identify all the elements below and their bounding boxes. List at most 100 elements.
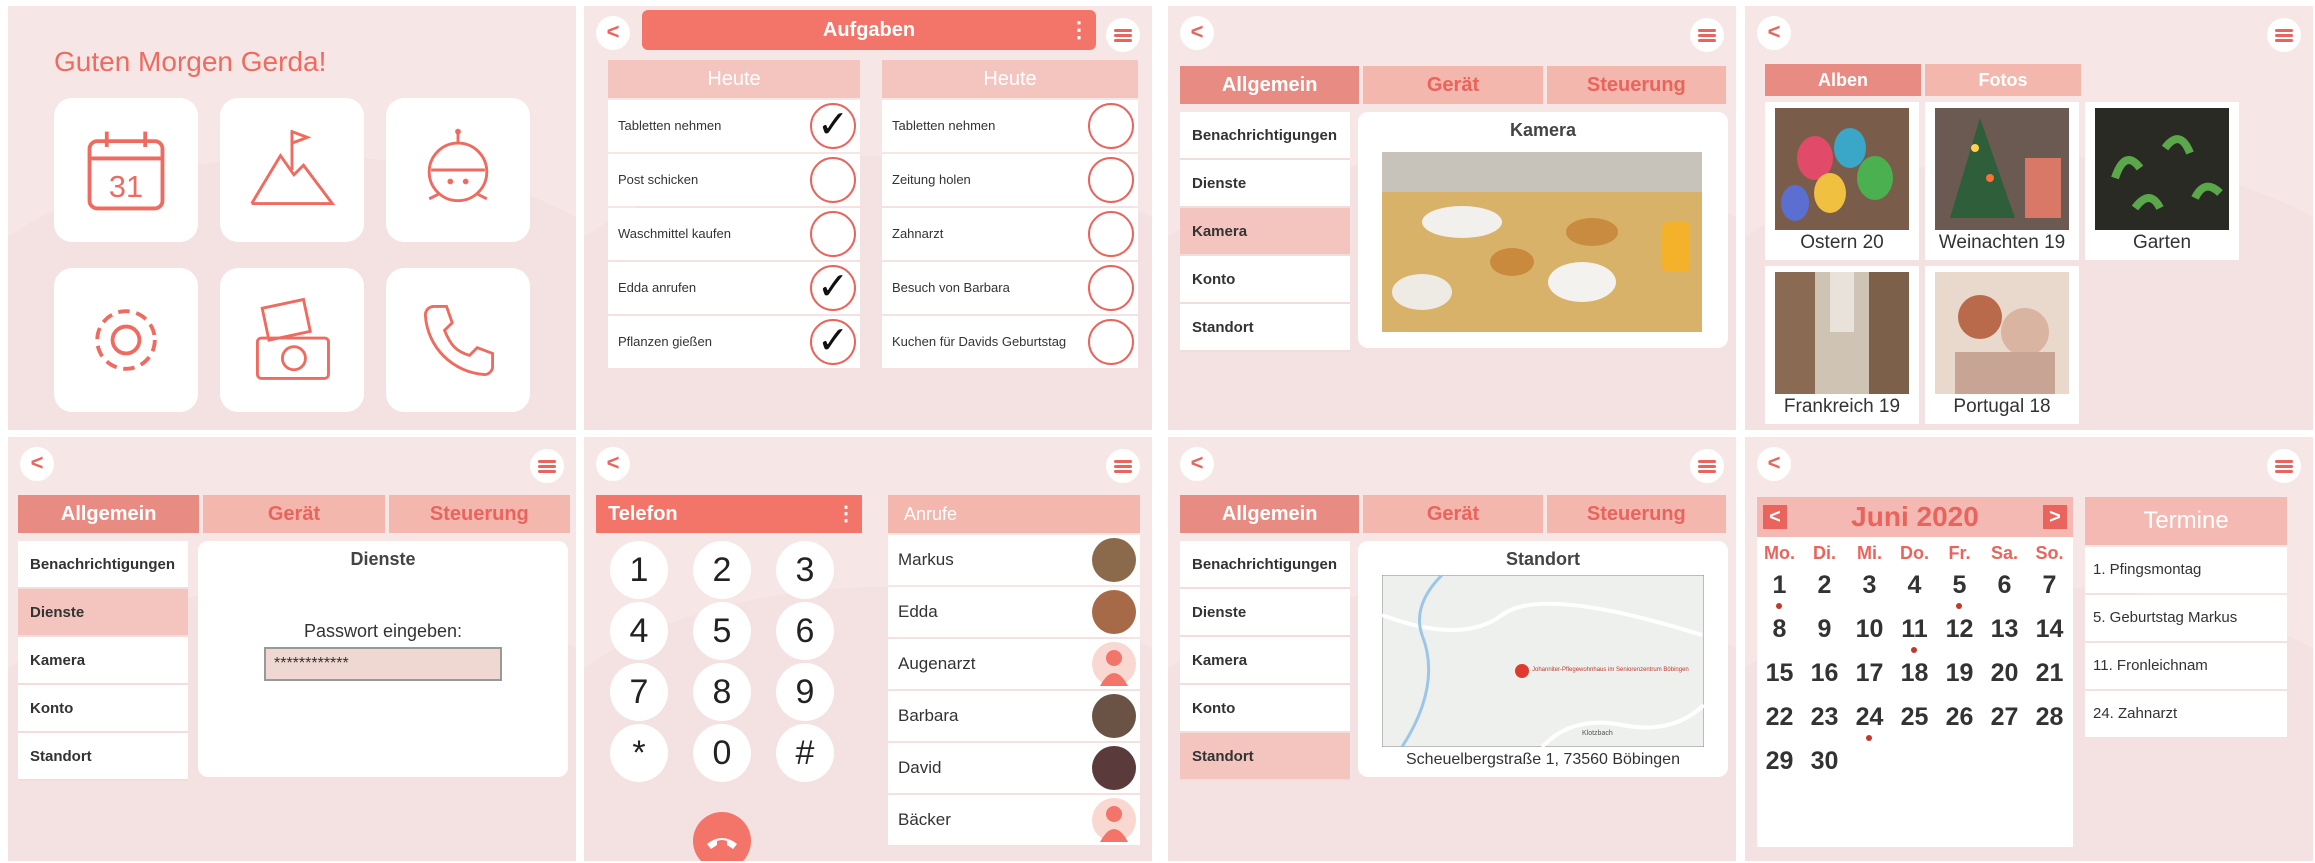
- back-button[interactable]: <: [1757, 16, 1791, 50]
- checkbox[interactable]: [1088, 103, 1134, 149]
- sidebar-item-account[interactable]: Konto: [1180, 256, 1350, 304]
- calendar-day[interactable]: 8: [1757, 615, 1802, 644]
- calendar-day[interactable]: 27: [1982, 703, 2027, 732]
- menu-button[interactable]: [1690, 18, 1724, 52]
- calendar-day[interactable]: 1: [1757, 571, 1802, 600]
- dial-key[interactable]: *: [610, 724, 668, 782]
- tab-albums[interactable]: Alben: [1765, 64, 1921, 96]
- tab-control[interactable]: Steuerung: [1546, 66, 1726, 104]
- settings-tile[interactable]: [54, 268, 198, 412]
- checkbox[interactable]: [810, 211, 856, 257]
- calendar-day[interactable]: 12: [1937, 615, 1982, 644]
- calendar-day[interactable]: 21: [2027, 659, 2072, 688]
- dial-key[interactable]: 0: [693, 724, 751, 782]
- calendar-day[interactable]: 7: [2027, 571, 2072, 600]
- calendar-day[interactable]: 13: [1982, 615, 2027, 644]
- tab-device[interactable]: Gerät: [1363, 495, 1543, 533]
- calendar-day[interactable]: 25: [1892, 703, 1937, 732]
- appointment-item[interactable]: 24. Zahnarzt: [2085, 691, 2287, 737]
- sidebar-item-services[interactable]: Dienste: [1180, 160, 1350, 208]
- contact-item[interactable]: Markus: [888, 535, 1140, 585]
- calendar-day[interactable]: 23: [1802, 703, 1847, 732]
- dial-key[interactable]: 6: [776, 602, 834, 660]
- dial-key[interactable]: 8: [693, 663, 751, 721]
- menu-button[interactable]: [530, 449, 564, 483]
- calendar-day[interactable]: 20: [1982, 659, 2027, 688]
- password-field[interactable]: ************: [264, 647, 502, 681]
- dial-key[interactable]: 9: [776, 663, 834, 721]
- dial-key[interactable]: 2: [693, 541, 751, 599]
- tab-general[interactable]: Allgemein: [18, 495, 200, 533]
- sidebar-item-camera[interactable]: Kamera: [18, 637, 188, 685]
- more-icon[interactable]: ⋮: [836, 495, 856, 533]
- tab-control[interactable]: Steuerung: [1546, 495, 1726, 533]
- calendar-day[interactable]: 14: [2027, 615, 2072, 644]
- appointment-item[interactable]: 5. Geburtstag Markus: [2085, 595, 2287, 641]
- album-card[interactable]: Frankreich 19: [1765, 266, 1919, 424]
- tab-device[interactable]: Gerät: [203, 495, 385, 533]
- task-item[interactable]: Besuch von Barbara: [882, 262, 1138, 314]
- album-card[interactable]: Portugal 18: [1925, 266, 2079, 424]
- task-item[interactable]: Pflanzen gießen ✓: [608, 316, 860, 368]
- album-card[interactable]: Garten: [2085, 102, 2239, 260]
- menu-button[interactable]: [1106, 449, 1140, 483]
- checkbox[interactable]: [810, 157, 856, 203]
- dial-key[interactable]: 4: [610, 602, 668, 660]
- calendar-day[interactable]: 28: [2027, 703, 2072, 732]
- contact-item[interactable]: Edda: [888, 587, 1140, 637]
- sidebar-item-account[interactable]: Konto: [18, 685, 188, 733]
- tab-general[interactable]: Allgemein: [1180, 495, 1360, 533]
- checkbox[interactable]: [1088, 211, 1134, 257]
- calendar-day[interactable]: 11: [1892, 615, 1937, 644]
- sidebar-item-services[interactable]: Dienste: [1180, 589, 1350, 637]
- calendar-tile[interactable]: 31: [54, 98, 198, 242]
- calendar-day[interactable]: 10: [1847, 615, 1892, 644]
- sidebar-item-notifications[interactable]: Benachrichtigungen: [18, 541, 188, 589]
- tasks-tile[interactable]: [220, 98, 364, 242]
- checkbox[interactable]: [1088, 319, 1134, 365]
- task-item[interactable]: Post schicken: [608, 154, 860, 206]
- calendar-day[interactable]: 30: [1802, 747, 1847, 776]
- sidebar-item-location[interactable]: Standort: [1180, 304, 1350, 352]
- dial-key[interactable]: #: [776, 724, 834, 782]
- tab-device[interactable]: Gerät: [1363, 66, 1543, 104]
- calendar-day[interactable]: 19: [1937, 659, 1982, 688]
- sidebar-item-camera[interactable]: Kamera: [1180, 637, 1350, 685]
- back-button[interactable]: <: [1757, 447, 1791, 481]
- back-button[interactable]: <: [596, 447, 630, 481]
- sidebar-item-camera[interactable]: Kamera: [1180, 208, 1350, 256]
- sidebar-item-account[interactable]: Konto: [1180, 685, 1350, 733]
- dial-key[interactable]: 5: [693, 602, 751, 660]
- appointment-item[interactable]: 11. Fronleichnam: [2085, 643, 2287, 689]
- tab-general[interactable]: Allgemein: [1180, 66, 1360, 104]
- album-card[interactable]: Weinachten 19: [1925, 102, 2079, 260]
- task-item[interactable]: Tabletten nehmen ✓: [608, 100, 860, 152]
- phone-tile[interactable]: [386, 268, 530, 412]
- back-button[interactable]: <: [1180, 447, 1214, 481]
- task-item[interactable]: Edda anrufen ✓: [608, 262, 860, 314]
- menu-button[interactable]: [2267, 18, 2301, 52]
- photos-tile[interactable]: [220, 268, 364, 412]
- next-month-button[interactable]: >: [2043, 505, 2067, 529]
- dial-key[interactable]: 3: [776, 541, 834, 599]
- task-item[interactable]: Tabletten nehmen: [882, 100, 1138, 152]
- back-button[interactable]: <: [20, 447, 54, 481]
- checkbox[interactable]: ✓: [810, 319, 856, 365]
- calendar-day[interactable]: 6: [1982, 571, 2027, 600]
- checkbox[interactable]: ✓: [810, 265, 856, 311]
- checkbox[interactable]: [1088, 265, 1134, 311]
- dial-key[interactable]: 7: [610, 663, 668, 721]
- calendar-day[interactable]: 9: [1802, 615, 1847, 644]
- back-button[interactable]: <: [1180, 16, 1214, 50]
- calendar-day[interactable]: 16: [1802, 659, 1847, 688]
- menu-button[interactable]: [1106, 18, 1140, 52]
- sidebar-item-location[interactable]: Standort: [18, 733, 188, 781]
- dial-key[interactable]: 1: [610, 541, 668, 599]
- hang-up-button[interactable]: [693, 812, 751, 861]
- task-item[interactable]: Zahnarzt: [882, 208, 1138, 260]
- task-item[interactable]: Zeitung holen: [882, 154, 1138, 206]
- album-card[interactable]: Ostern 20: [1765, 102, 1919, 260]
- more-icon[interactable]: ⋮: [1068, 10, 1090, 50]
- calendar-day[interactable]: 17: [1847, 659, 1892, 688]
- sidebar-item-notifications[interactable]: Benachrichtigungen: [1180, 112, 1350, 160]
